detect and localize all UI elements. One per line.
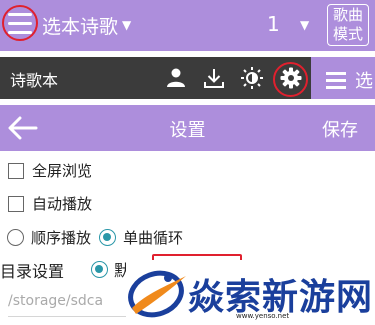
watermark-logo-icon — [128, 270, 186, 318]
save-button[interactable]: 保存 — [322, 116, 358, 142]
sequential-play-radio[interactable] — [7, 229, 24, 246]
toolbar-title: 诗歌本 — [10, 71, 59, 90]
fullscreen-label: 全屏浏览 — [32, 162, 93, 180]
single-loop-label[interactable]: 单曲循环 — [123, 227, 183, 248]
autoplay-label: 自动播放 — [32, 195, 93, 213]
page-number[interactable]: 1 — [267, 12, 280, 36]
watermark-url: www.yenso.net — [236, 312, 290, 320]
book-select-dropdown[interactable]: 选本诗歌 ▼ — [42, 12, 131, 38]
person-icon[interactable] — [164, 66, 188, 90]
play-order-group: 顺序播放 单曲循环 — [7, 227, 183, 248]
select-label-peek: 选 — [355, 71, 373, 92]
storage-path-input[interactable]: /storage/sdca — [8, 293, 126, 317]
caret-down-icon: ▼ — [122, 18, 132, 32]
watermark-overlay: 焱索新游网 www.yenso.net — [126, 260, 375, 325]
right-menu-strip[interactable]: 选 — [311, 57, 375, 99]
song-mode-button[interactable]: 歌曲 模式 — [327, 4, 369, 46]
directory-settings-label: 目录设置 — [0, 262, 65, 281]
top-app-bar: 选本诗歌 ▼ 1 ▼ 歌曲 模式 — [0, 0, 375, 51]
hymnal-toolbar: 诗歌本 — [0, 57, 311, 99]
page-caret-down-icon[interactable]: ▼ — [300, 18, 309, 32]
settings-header: 设置 保存 — [0, 105, 375, 151]
fullscreen-option[interactable]: 全屏浏览 — [8, 160, 92, 181]
fullscreen-checkbox[interactable] — [8, 162, 24, 179]
directory-default-radio[interactable] — [91, 261, 108, 278]
autoplay-option[interactable]: 自动播放 — [8, 193, 92, 214]
settings-title: 设置 — [169, 120, 206, 141]
hamburger-menu-icon-secondary — [326, 72, 346, 93]
single-loop-radio[interactable] — [99, 229, 117, 246]
hamburger-menu-button[interactable] — [5, 6, 35, 42]
sequential-play-label[interactable]: 顺序播放 — [31, 227, 91, 248]
hamburger-menu-icon — [8, 13, 32, 35]
download-icon[interactable] — [202, 66, 226, 90]
mode-button-line1: 歌曲 — [332, 6, 363, 24]
autoplay-checkbox[interactable] — [8, 195, 24, 212]
settings-gear-icon[interactable] — [279, 66, 303, 90]
mode-button-line2: 模式 — [332, 25, 363, 43]
book-select-label: 选本诗歌 — [42, 15, 119, 38]
brightness-icon[interactable] — [240, 66, 264, 90]
